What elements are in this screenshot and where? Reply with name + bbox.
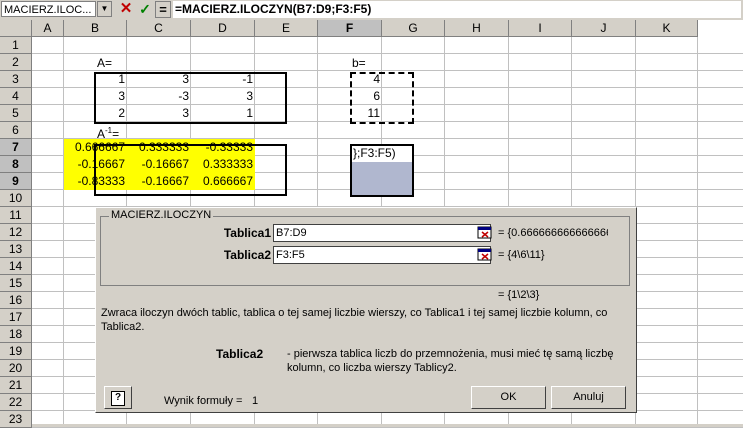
formula-result-label: Wynik formuły = [164, 395, 243, 407]
arg1-result: = {0.6666666666666666 [498, 227, 608, 239]
arg1-input[interactable]: B7:D9 [273, 224, 491, 242]
cancel-formula-button[interactable]: ✕ [117, 1, 135, 18]
row-header-7[interactable]: 7 [0, 139, 32, 156]
matrix-a-border [94, 72, 287, 124]
arg2-label: Tablica2 [223, 248, 271, 262]
formula-input[interactable]: =MACIERZ.ILOCZYN(B7:D9;F3:F5) [173, 1, 741, 18]
insert-function-button[interactable]: = [155, 1, 171, 18]
row-header-22[interactable]: 22 [0, 394, 32, 411]
spreadsheet-grid: ABCDEFGHIJK 1 2 3 4 5 6 7 8 9 10 11 12 13 14 15 16 17 18 1… [0, 20, 743, 428]
select-all-corner[interactable] [0, 20, 32, 37]
grid-column-line [697, 37, 698, 424]
function-description: Zwraca iloczyn dwóch tablic, tablica o t… [101, 307, 608, 333]
arg2-result: = {4\6\11} [498, 249, 545, 261]
row-header-11[interactable]: 11 [0, 207, 32, 224]
row-header-10[interactable]: 10 [0, 190, 32, 207]
row-header-16[interactable]: 16 [0, 292, 32, 309]
cancel-button[interactable]: Anuluj [551, 386, 626, 409]
row-header-13[interactable]: 13 [0, 241, 32, 258]
arguments-groupbox: MACIERZ.ILOCZYN Tablica1 B7:D9 = {0.6666… [100, 209, 630, 286]
row-header-23[interactable]: 23 [0, 411, 32, 428]
row-header-19[interactable]: 19 [0, 343, 32, 360]
name-box[interactable]: MACIERZ.ILOC... [1, 1, 96, 17]
row-header-8[interactable]: 8 [0, 156, 32, 173]
row-header-21[interactable]: 21 [0, 377, 32, 394]
column-header-d[interactable]: D [191, 20, 255, 37]
column-header-g[interactable]: G [382, 20, 445, 37]
enter-formula-button[interactable]: ✓ [136, 1, 154, 18]
column-header-c[interactable]: C [127, 20, 191, 37]
column-header-e[interactable]: E [255, 20, 318, 37]
arg-help-label: Tablica2 [216, 347, 264, 361]
function-arguments-dialog: MACIERZ.ILOCZYN Tablica1 B7:D9 = {0.6666… [95, 207, 637, 413]
ok-button[interactable]: OK [471, 386, 546, 409]
column-header-i[interactable]: I [509, 20, 572, 37]
arg-help-text: - pierwsza tablica liczb do przemnożenia… [287, 348, 614, 374]
label-matrix-a: A= [97, 56, 113, 70]
row-header-9[interactable]: 9 [0, 173, 32, 190]
inverse-border [94, 144, 287, 196]
row-header-12[interactable]: 12 [0, 224, 32, 241]
column-header-f[interactable]: F [318, 20, 382, 37]
row-header-6[interactable]: 6 [0, 122, 32, 139]
name-box-dropdown-icon[interactable]: ▼ [97, 1, 112, 17]
row-header-20[interactable]: 20 [0, 360, 32, 377]
column-header-a[interactable]: A [32, 20, 64, 37]
row-header-3[interactable]: 3 [0, 71, 32, 88]
row-header-15[interactable]: 15 [0, 275, 32, 292]
column-header-k[interactable]: K [636, 20, 698, 37]
row-header-4[interactable]: 4 [0, 88, 32, 105]
help-icon: ? [111, 391, 125, 406]
row-header-18[interactable]: 18 [0, 326, 32, 343]
row-header-5[interactable]: 5 [0, 105, 32, 122]
formula-result-value: 1 [252, 395, 259, 407]
dialog-function-title: MACIERZ.ILOCZYN [109, 209, 214, 221]
vector-b-marquee [350, 72, 414, 124]
row-header-14[interactable]: 14 [0, 258, 32, 275]
row-header-17[interactable]: 17 [0, 309, 32, 326]
column-header-h[interactable]: H [445, 20, 509, 37]
row-header-1[interactable]: 1 [0, 37, 32, 54]
column-header-j[interactable]: J [572, 20, 636, 37]
arg1-collapse-icon[interactable] [477, 226, 493, 240]
arg2-input[interactable]: F3:F5 [273, 246, 491, 264]
function-result: = {1\2\3} [498, 289, 540, 301]
column-header-b[interactable]: B [64, 20, 127, 37]
arg1-label: Tablica1 [223, 226, 271, 240]
row-header-2[interactable]: 2 [0, 54, 32, 71]
grid-row-line [32, 53, 743, 54]
label-vector-b: b= [352, 56, 366, 70]
formula-bar: MACIERZ.ILOC... ▼ ✕ ✓ = =MACIERZ.ILOCZYN… [0, 0, 743, 21]
help-button[interactable]: ? [104, 386, 132, 409]
arg2-collapse-icon[interactable] [477, 248, 493, 262]
active-range-border [350, 144, 414, 197]
